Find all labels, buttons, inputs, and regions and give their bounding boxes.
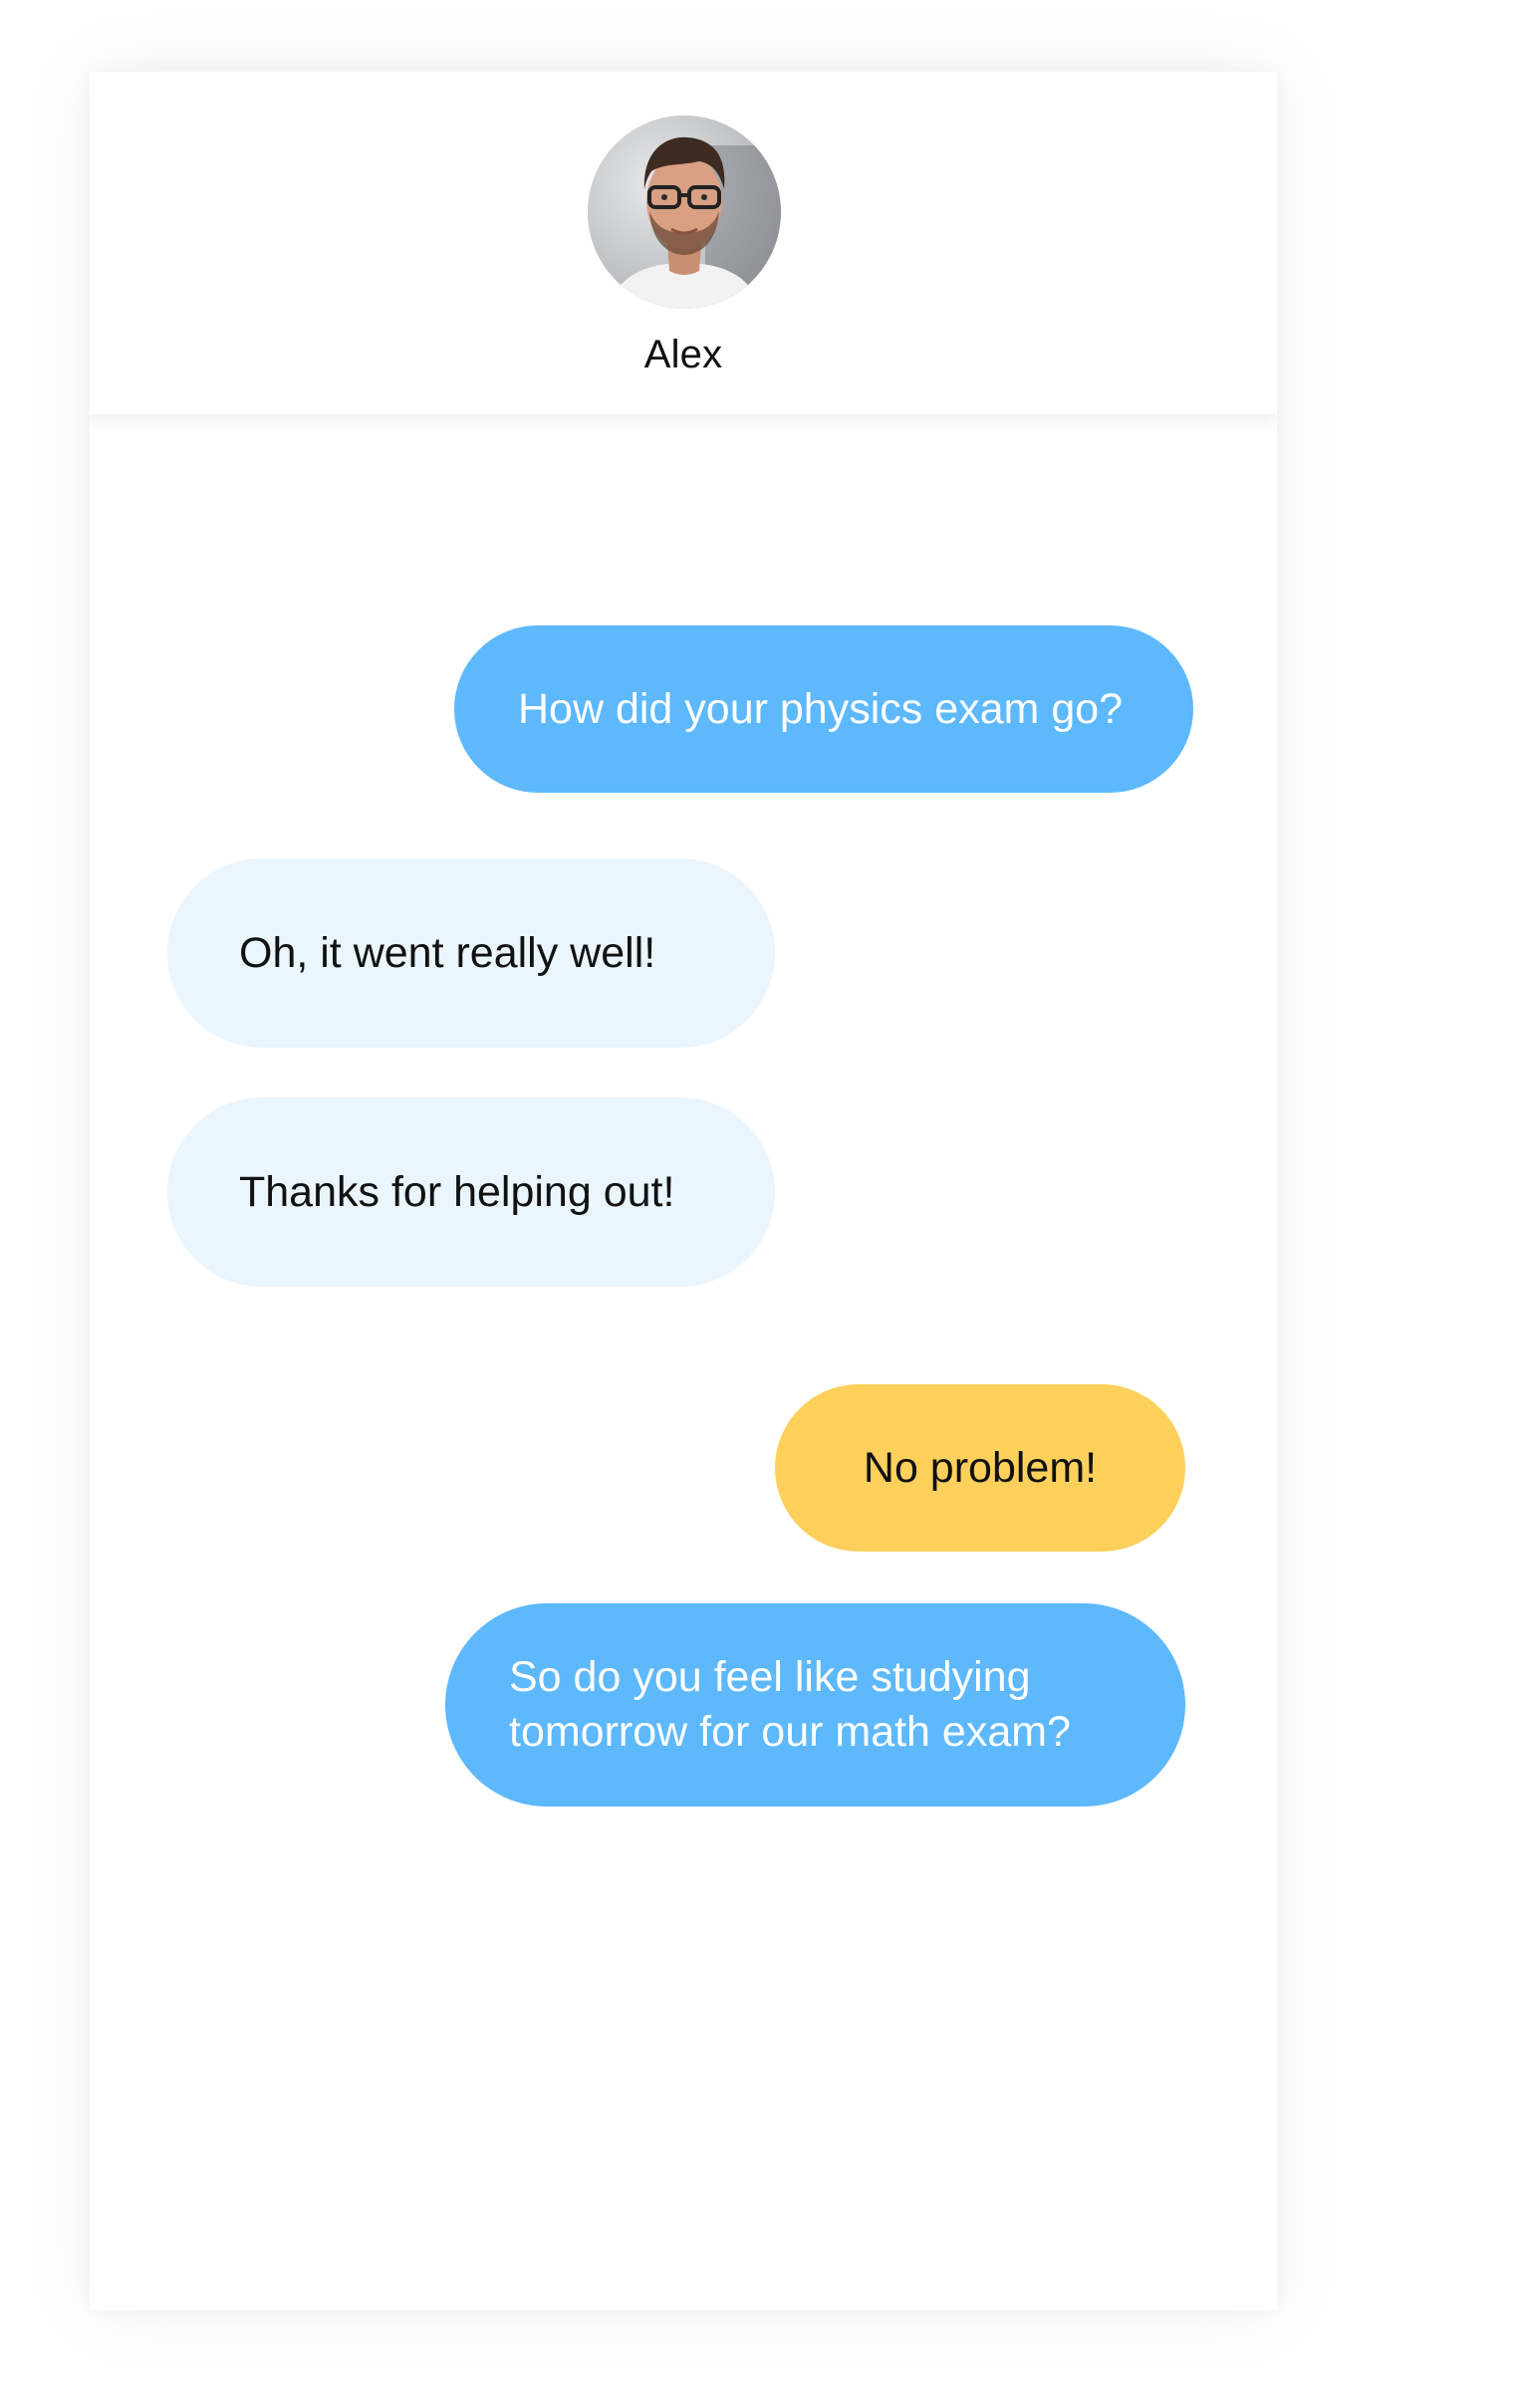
message-line: tomorrow for our math exam?: [509, 1708, 1071, 1756]
message-text: How did your physics exam go?: [518, 684, 1124, 733]
message-text: No problem!: [863, 1443, 1098, 1492]
avatar-photo: [588, 116, 781, 309]
outgoing-message[interactable]: So do you feel like studying tomorrow fo…: [445, 1603, 1185, 1806]
outgoing-message[interactable]: How did your physics exam go?: [454, 625, 1193, 793]
message-text: Oh, it went really well!: [239, 928, 656, 977]
contact-name: Alex: [643, 333, 723, 376]
outgoing-message-highlighted[interactable]: No problem!: [775, 1384, 1185, 1552]
message-line: So do you feel like studying: [509, 1653, 1031, 1701]
message-text: Thanks for helping out!: [239, 1167, 675, 1216]
contact-avatar[interactable]: [588, 116, 781, 309]
message-text-block: So do you feel like studying tomorrow fo…: [509, 1650, 1071, 1760]
chat-header: Alex: [90, 72, 1277, 414]
chat-window: Alex How did your physics exam go? Oh, i…: [90, 72, 1277, 2310]
incoming-message[interactable]: Oh, it went really well!: [167, 858, 775, 1048]
incoming-message[interactable]: Thanks for helping out!: [167, 1097, 775, 1287]
